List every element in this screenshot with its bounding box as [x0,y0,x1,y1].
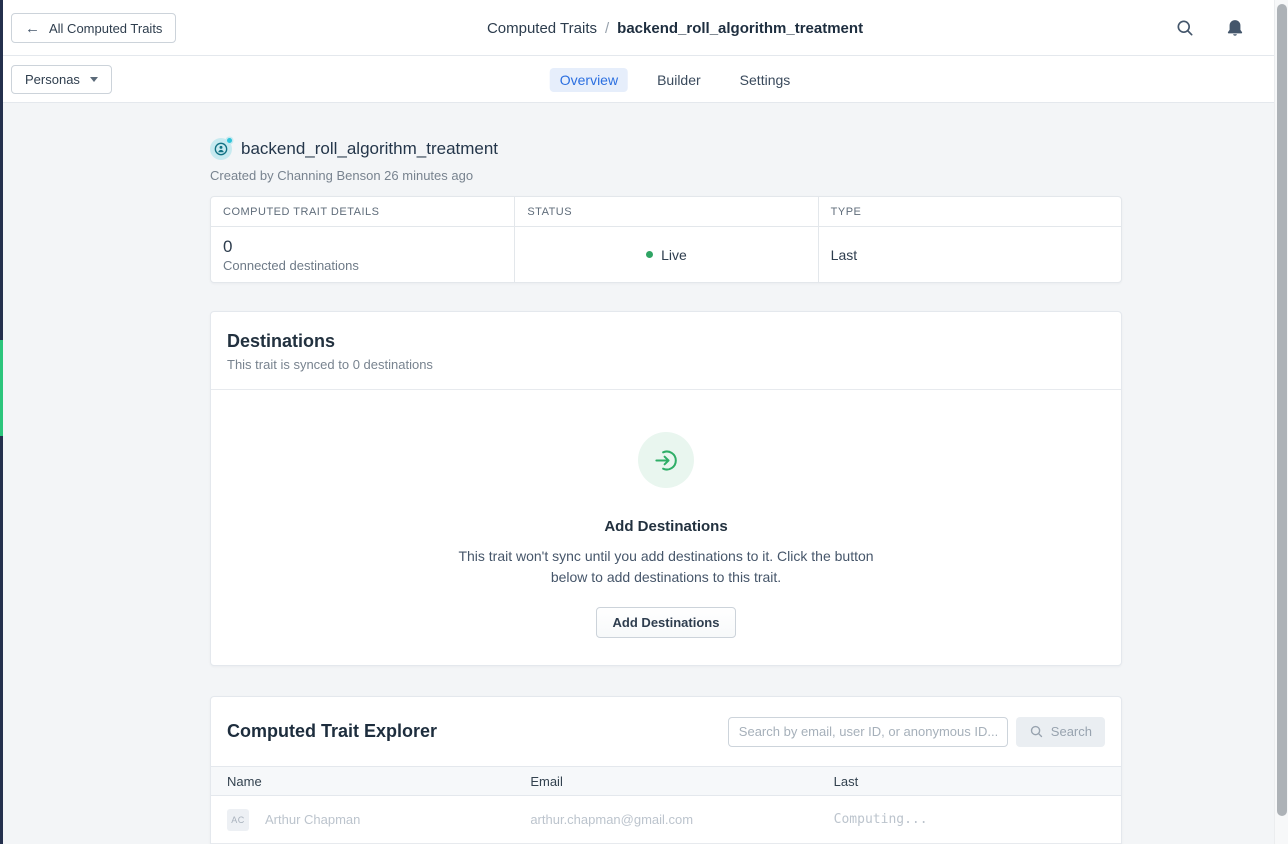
destinations-subtitle: This trait is synced to 0 destinations [227,357,1105,372]
trait-details-table: COMPUTED TRAIT DETAILS STATUS TYPE 0 Con… [210,196,1122,283]
details-table-header-row: COMPUTED TRAIT DETAILS STATUS TYPE [211,197,1121,227]
tab-overview[interactable]: Overview [550,68,628,92]
breadcrumb-parent[interactable]: Computed Traits [487,20,597,37]
destinations-card: Destinations This trait is synced to 0 d… [210,311,1122,666]
secondary-bar: Personas Overview Builder Settings [3,56,1274,103]
details-column-header: COMPUTED TRAIT DETAILS [211,197,514,227]
created-by-text: Created by Channing Benson 26 minutes ag… [210,168,1122,183]
user-name-cell: AC Arthur Chapman [211,809,514,831]
tab-builder[interactable]: Builder [647,68,711,92]
status-column-header: STATUS [514,197,817,227]
type-column-header: TYPE [818,197,1121,227]
empty-state-title: Add Destinations [211,518,1121,535]
top-bar: ← All Computed Traits Computed Traits / … [3,0,1274,56]
type-value: Last [831,247,1109,263]
personas-workspace-dropdown[interactable]: Personas [11,65,112,94]
breadcrumb-separator: / [605,20,609,37]
back-arrow-icon: ← [25,21,40,36]
vertical-scrollbar[interactable] [1274,0,1288,844]
details-table-body-row: 0 Connected destinations Live Last [211,227,1121,282]
trait-header: backend_roll_algorithm_treatment [210,138,1122,160]
explorer-table-header: Name Email Last [211,766,1121,796]
connected-destinations-count: 0 [223,237,502,256]
table-row[interactable]: AC Arthur Chapman arthur.chapman@gmail.c… [211,796,1121,844]
empty-state-description: This trait won't sync until you add dest… [440,546,892,588]
tab-bar: Overview Builder Settings [550,56,801,103]
scrollbar-thumb[interactable] [1277,4,1287,816]
explorer-search-input[interactable] [728,717,1008,747]
tab-settings[interactable]: Settings [730,68,801,92]
column-header-name: Name [211,774,514,789]
search-icon [1029,724,1044,739]
explorer-search-button[interactable]: Search [1016,717,1105,747]
search-button-label: Search [1051,724,1092,739]
back-button-label: All Computed Traits [49,21,162,36]
user-name: Arthur Chapman [265,812,360,827]
main-content: backend_roll_algorithm_treatment Created… [3,103,1274,844]
search-icon[interactable] [1174,17,1196,39]
notifications-bell-icon[interactable] [1224,17,1246,39]
avatar: AC [227,809,249,831]
breadcrumb-current: backend_roll_algorithm_treatment [617,20,863,37]
user-email-cell: arthur.chapman@gmail.com [514,812,817,827]
last-value-cell: Computing... [818,812,1121,827]
destinations-title: Destinations [227,331,1105,352]
status-live-dot [646,251,653,258]
back-to-all-computed-traits-button[interactable]: ← All Computed Traits [11,13,176,43]
column-header-email: Email [514,774,817,789]
collapsed-sidebar-rail[interactable] [0,0,3,844]
destinations-empty-state: Add Destinations This trait won't sync u… [211,390,1121,665]
computed-trait-explorer-card: Computed Trait Explorer Search Name Emai… [210,696,1122,844]
explorer-header: Computed Trait Explorer Search [211,697,1121,766]
topbar-icon-group [1174,0,1246,56]
type-cell: Last [818,227,1121,282]
column-header-last: Last [818,774,1121,789]
chevron-down-icon [90,77,98,82]
add-destinations-button[interactable]: Add Destinations [596,607,737,638]
sidebar-active-indicator [0,340,3,436]
computed-trait-icon [210,138,232,160]
status-value: Live [661,247,687,263]
status-cell: Live [514,227,817,282]
explorer-title: Computed Trait Explorer [227,721,728,742]
destinations-card-header: Destinations This trait is synced to 0 d… [211,312,1121,389]
connected-destinations-label: Connected destinations [223,258,502,273]
page-title: backend_roll_algorithm_treatment [241,139,498,159]
arrow-into-circle-icon [638,432,694,488]
trait-icon-badge-dot [227,138,232,143]
connected-destinations-cell: 0 Connected destinations [211,227,514,282]
breadcrumb: Computed Traits / backend_roll_algorithm… [487,0,863,56]
workspace-label: Personas [25,72,80,87]
